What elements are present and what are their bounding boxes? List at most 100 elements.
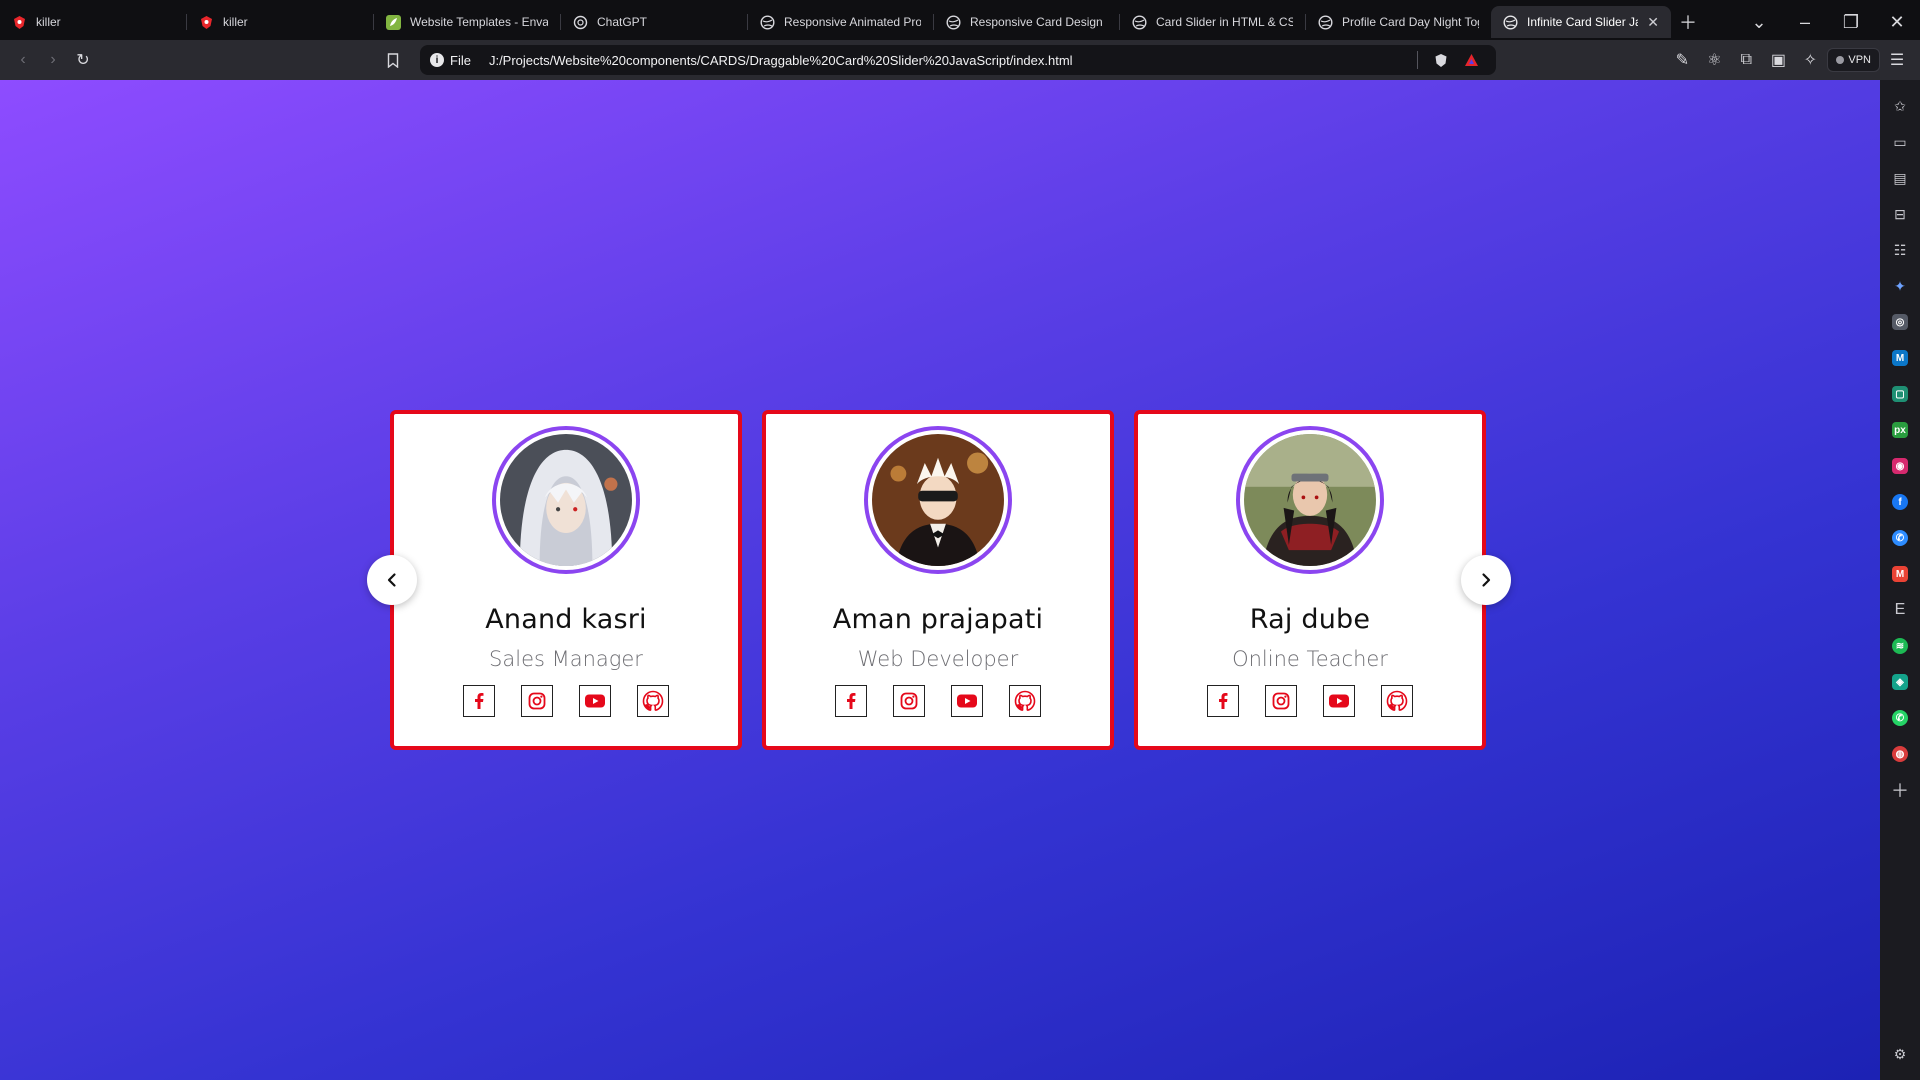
page-viewport: Anand kasri Sales Manager Aman prajapati… [0,80,1880,1080]
profile-card[interactable]: Aman prajapati Web Developer [762,410,1114,750]
instagram-icon[interactable]: ◉ [1887,453,1913,479]
wallet-icon[interactable]: ▤ [1887,165,1913,191]
extension-icon[interactable]: ◎ [1887,309,1913,335]
facebook-icon[interactable] [1207,685,1239,717]
facebook-icon[interactable]: f [1887,489,1913,515]
settings-icon[interactable]: ⚙ [1887,1041,1913,1067]
globe-icon [1503,14,1518,30]
extensions-icon[interactable]: ⧉ [1731,45,1761,75]
profile-card[interactable]: Raj dube Online Teacher [1134,410,1486,750]
react-devtools-icon[interactable]: ⚛ [1699,45,1729,75]
close-window-button[interactable]: ✕ [1874,6,1920,38]
facebook-icon[interactable] [463,685,495,717]
card-role: Online Teacher [1232,647,1388,671]
globe-icon [1132,14,1147,30]
bookmark-icon[interactable] [378,45,408,75]
eyedropper-icon[interactable]: ✎ [1667,45,1697,75]
globe-icon [946,14,961,30]
scheme-label: File [450,52,471,68]
vpn-label: VPN [1848,54,1871,66]
tab-title: ChatGPT [597,15,648,29]
globe-icon [760,14,775,30]
close-tab-icon[interactable]: ✕ [1647,14,1659,31]
tab-title: Infinite Card Slider JavaScript [1527,15,1638,29]
leo-ai-icon[interactable]: ✧ [1795,45,1825,75]
tab-3[interactable]: ChatGPT [561,6,747,38]
pixabay-icon[interactable]: px [1887,417,1913,443]
wallet-icon[interactable]: ▣ [1763,45,1793,75]
spotify-icon[interactable]: ≋ [1887,633,1913,659]
minimize-button[interactable]: – [1782,6,1828,38]
instagram-icon[interactable] [521,685,553,717]
hooded-white-hair-avatar [500,434,632,566]
tab-title: Card Slider in HTML & CSS [1156,15,1293,29]
url-text[interactable]: J:/Projects/Website%20components/CARDS/D… [489,53,1409,68]
address-bar[interactable]: i File J:/Projects/Website%20components/… [420,45,1496,75]
window-controls: ⌄ – ❐ ✕ [1736,2,1920,38]
headband-ninja-avatar [1244,434,1376,566]
tab-search-chevron-icon[interactable]: ⌄ [1736,6,1782,38]
instagram-icon[interactable] [893,685,925,717]
instagram-icon[interactable] [1265,685,1297,717]
card-name: Aman prajapati [832,604,1044,635]
reading-list-icon[interactable]: ☷ [1887,237,1913,263]
tab-5[interactable]: Responsive Card Design HTML [934,6,1119,38]
tab-6[interactable]: Card Slider in HTML & CSS [1120,6,1305,38]
card-name: Anand kasri [485,604,647,635]
youtube-icon[interactable] [1323,685,1355,717]
chevron-right-icon [1482,573,1491,587]
github-icon[interactable] [1381,685,1413,717]
info-icon[interactable]: i [430,53,444,67]
media-icon[interactable]: ▭ [1887,129,1913,155]
back-arrow-icon[interactable]: ‹ [8,45,38,75]
profile-card[interactable]: Anand kasri Sales Manager [390,410,742,750]
social-links [835,685,1041,717]
tab-title: killer [223,15,248,29]
bookmarks-icon[interactable]: ⊟ [1887,201,1913,227]
menu-hamburger-icon[interactable]: ☰ [1882,45,1912,75]
brave-shield-icon[interactable] [1426,45,1456,75]
reload-icon[interactable]: ↻ [68,45,98,75]
brave-red-icon [199,15,214,30]
card-role: Sales Manager [489,647,643,671]
add-icon[interactable]: ＋ [1887,777,1913,803]
tab-7[interactable]: Profile Card Day Night Toggle [1306,6,1491,38]
envato-icon[interactable]: E [1887,597,1913,623]
tab-title: killer [36,15,61,29]
github-icon[interactable] [1009,685,1041,717]
ai-sparkle-icon[interactable]: ✦ [1887,273,1913,299]
new-tab-button[interactable]: ＋ [1671,6,1705,38]
tab-1[interactable]: killer [187,6,373,38]
tab-2[interactable]: Website Templates - Envato [374,6,560,38]
perplexity-icon[interactable]: ◈ [1887,669,1913,695]
whatsapp-icon[interactable]: ✆ [1887,705,1913,731]
card-slider[interactable]: Anand kasri Sales Manager Aman prajapati… [390,410,1486,750]
profile-avatar [864,426,1012,574]
youtube-icon[interactable] [579,685,611,717]
restore-button[interactable]: ❐ [1828,6,1874,38]
notes-icon[interactable]: ▢ [1887,381,1913,407]
leo-icon[interactable]: ✩ [1887,93,1913,119]
chrome-icon[interactable]: ◍ [1887,741,1913,767]
envato-leaf-icon [386,14,401,30]
vpn-button[interactable]: VPN [1827,48,1880,72]
youtube-icon[interactable] [951,685,983,717]
profile-avatar [492,426,640,574]
tab-4[interactable]: Responsive Animated Profile [748,6,933,38]
tab-title: Website Templates - Envato [410,15,548,29]
tab-strip: killer killer Website Templates - Envato… [0,0,1920,40]
card-name: Raj dube [1249,604,1371,635]
malwarebytes-icon[interactable]: M [1887,345,1913,371]
slider-prev-button[interactable] [367,555,417,605]
gmail-icon[interactable]: M [1887,561,1913,587]
browser-sidebar: ✩ ▭ ▤ ⊟ ☷ ✦ ◎ M ▢ px ◉ f ✆ M E ≋ ◈ ✆ ◍ ＋… [1880,80,1920,1080]
github-icon[interactable] [637,685,669,717]
toolbar-right: ✎ ⚛ ⧉ ▣ ✧ VPN ☰ [1667,45,1912,75]
tab-0[interactable]: killer [0,6,186,38]
facebook-icon[interactable] [835,685,867,717]
tab-8-active[interactable]: Infinite Card Slider JavaScript ✕ [1491,6,1671,38]
brave-rewards-icon[interactable] [1456,45,1486,75]
messenger-icon[interactable]: ✆ [1887,525,1913,551]
forward-arrow-icon[interactable]: › [38,45,68,75]
slider-next-button[interactable] [1461,555,1511,605]
